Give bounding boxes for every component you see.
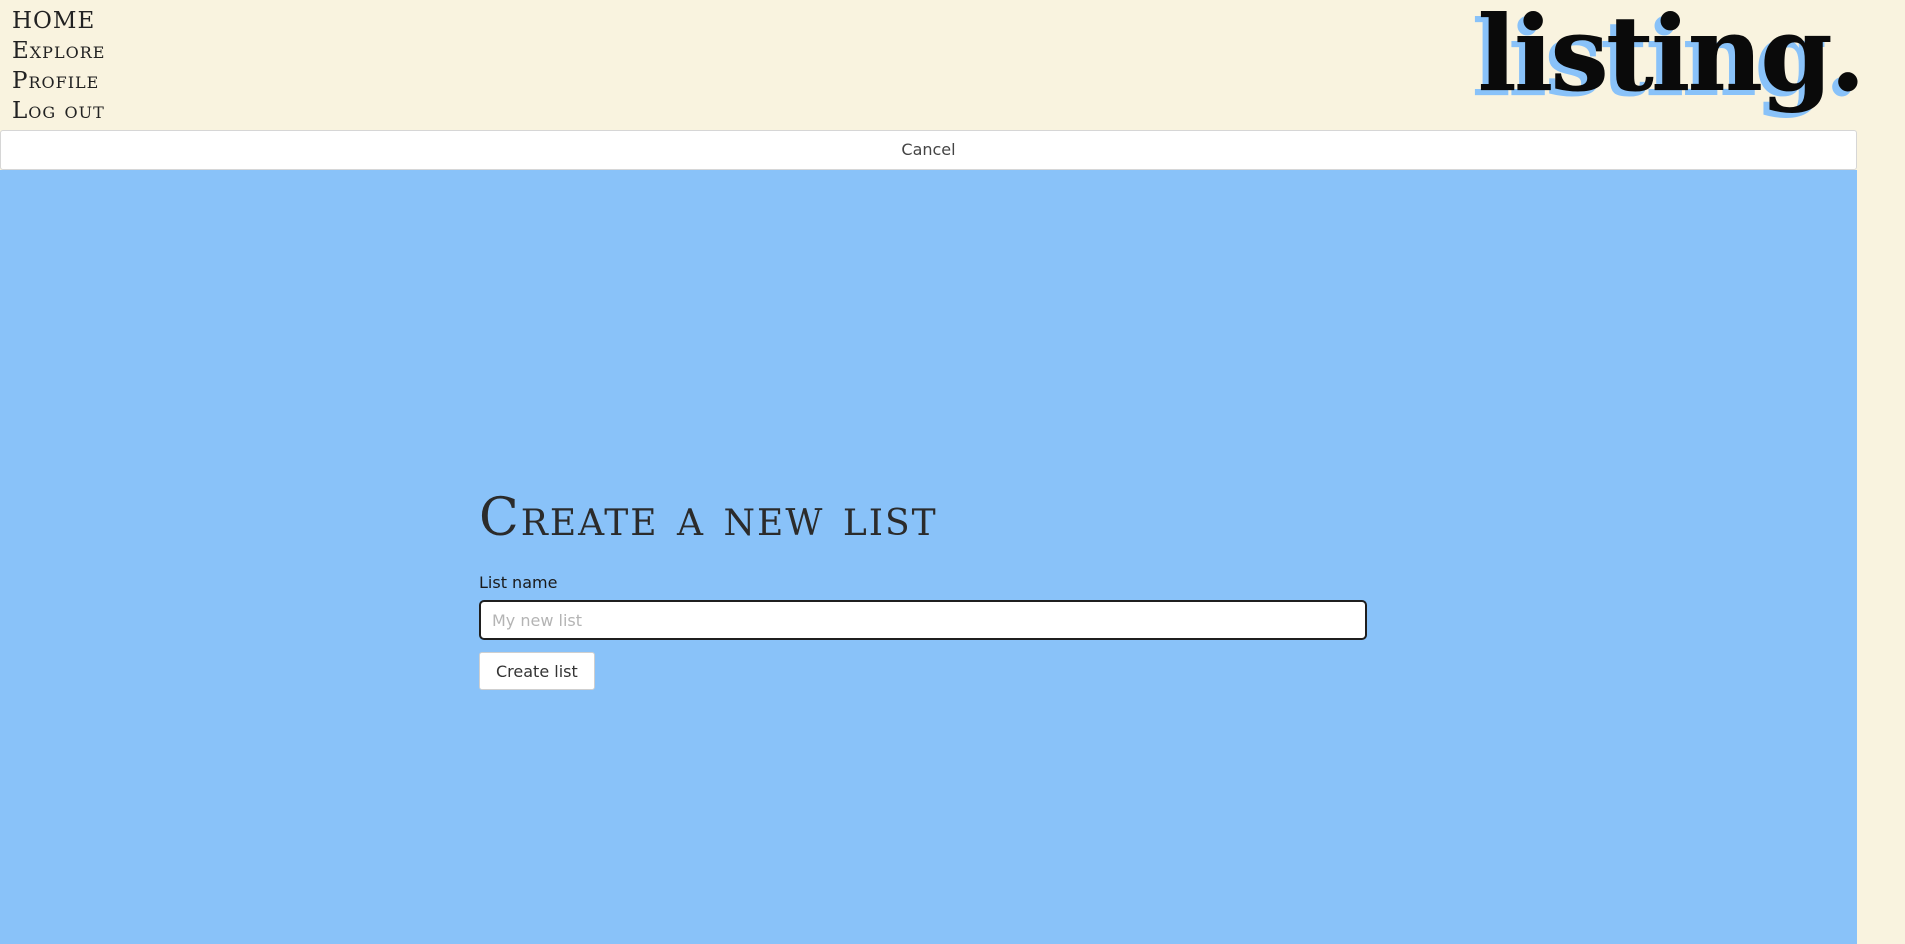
list-name-label: List name [479, 573, 558, 593]
brand-logo: listing. [1477, 0, 1866, 115]
create-list-button[interactable]: Create list [479, 652, 595, 691]
nav-item-explore: Explore [12, 36, 105, 66]
cancel-button[interactable]: Cancel [0, 130, 1857, 170]
main-nav: HOME Explore Profile Log out [12, 6, 105, 126]
list-name-input[interactable] [479, 600, 1367, 641]
nav-link-explore[interactable]: Explore [12, 38, 105, 64]
nav-link-profile[interactable]: Profile [12, 68, 99, 94]
create-list-panel: Create a new list List name Create list [0, 170, 1857, 944]
nav-item-home: HOME [12, 6, 105, 36]
page-title: Create a new list [479, 488, 938, 548]
nav-link-home[interactable]: HOME [12, 8, 95, 34]
nav-item-logout: Log out [12, 96, 105, 126]
nav-item-profile: Profile [12, 66, 105, 96]
create-list-form: Create a new list List name Create list [479, 488, 1367, 691]
nav-link-logout[interactable]: Log out [12, 98, 105, 124]
